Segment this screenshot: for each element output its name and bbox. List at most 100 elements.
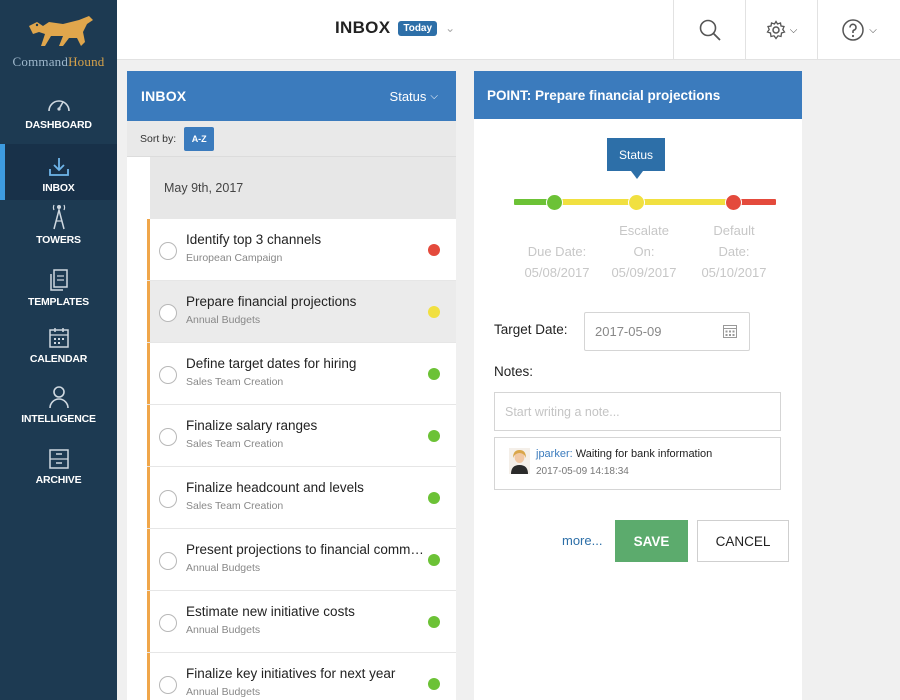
task-title: Define target dates for hiring: [186, 356, 357, 371]
task-checkbox[interactable]: [159, 552, 177, 570]
archive-box-icon: [48, 449, 69, 469]
calendar-icon: [48, 328, 69, 348]
sidebar-item-calendar[interactable]: CALENDAR: [0, 315, 117, 371]
priority-bar: [147, 467, 150, 528]
save-button[interactable]: SAVE: [615, 520, 688, 562]
brand-name: CommandHound: [13, 54, 105, 70]
task-checkbox[interactable]: [159, 428, 177, 446]
cancel-button[interactable]: CANCEL: [697, 520, 789, 562]
note-user[interactable]: jparker:: [536, 448, 573, 460]
search-button[interactable]: [673, 0, 745, 60]
sidebar-item-archive[interactable]: ARCHIVE: [0, 436, 117, 492]
milestone-label: Due Date:: [527, 244, 587, 259]
sidebar-item-templates[interactable]: TEMPLATES: [0, 258, 117, 314]
tower-icon: [52, 204, 65, 230]
point-detail-panel: POINT: Prepare financial projections Sta…: [474, 71, 802, 700]
task-checkbox[interactable]: [159, 614, 177, 632]
task-checkbox[interactable]: [159, 676, 177, 694]
download-tray-icon: [48, 158, 69, 176]
task-row[interactable]: Prepare financial projections Annual Bud…: [147, 281, 456, 343]
target-date-field[interactable]: 2017-05-09: [584, 312, 750, 351]
brand-prefix: Command: [12, 54, 69, 69]
note-entry: jparker: Waiting for bank information 20…: [494, 437, 781, 490]
settings-button[interactable]: ⌵: [745, 0, 817, 60]
notes-label: Notes:: [494, 364, 534, 379]
status-dot: [428, 430, 440, 442]
task-title: Estimate new initiative costs: [186, 604, 355, 619]
milestone-date: 05/09/2017: [611, 265, 677, 280]
sidebar-item-towers[interactable]: TOWERS: [0, 196, 117, 252]
task-subtitle: Annual Budgets: [186, 314, 261, 326]
chevron-down-icon: ⌵: [430, 90, 438, 102]
status-dot: [428, 554, 440, 566]
milestone-label-2: Date:: [718, 244, 750, 259]
help-button[interactable]: ⌵: [817, 0, 900, 60]
task-subtitle: Annual Budgets: [186, 624, 261, 636]
status-dot: [428, 244, 440, 256]
brand-suffix: Hound: [68, 54, 105, 69]
task-row[interactable]: Identify top 3 channels European Campaig…: [147, 219, 456, 281]
status-dot: [428, 616, 440, 628]
milestone-label-2: On:: [633, 244, 655, 259]
status-dot: [428, 368, 440, 380]
sort-bar: Sort by: A-Z: [127, 121, 456, 157]
sort-label: Sort by:: [140, 132, 177, 145]
priority-bar: [147, 281, 150, 342]
help-icon: [842, 19, 864, 41]
status-filter-dropdown[interactable]: Status ⌵: [390, 89, 438, 104]
status-timeline: [514, 193, 776, 213]
milestone-date: 05/10/2017: [701, 265, 767, 280]
task-title: Identify top 3 channels: [186, 232, 322, 247]
task-row[interactable]: Estimate new initiative costs Annual Bud…: [147, 591, 456, 653]
list-header: INBOX Status ⌵: [127, 71, 456, 121]
target-date-value: 2017-05-09: [595, 324, 662, 339]
sidebar-item-intelligence[interactable]: INTELLIGENCE: [0, 375, 117, 431]
milestone-dot-escalate[interactable]: [628, 194, 645, 211]
date-group-header: May 9th, 2017: [150, 157, 456, 219]
priority-bar: [147, 653, 150, 700]
task-checkbox[interactable]: [159, 366, 177, 384]
calendar-icon[interactable]: [723, 325, 737, 338]
priority-bar: [147, 529, 150, 590]
task-row[interactable]: Finalize salary ranges Sales Team Creati…: [147, 405, 456, 467]
point-title: POINT: Prepare financial projections: [474, 71, 802, 119]
gear-icon: [766, 20, 786, 40]
page-title-group[interactable]: INBOX Today ⌄: [335, 18, 455, 38]
inbox-list-panel: INBOX Status ⌵ Sort by: A-Z May 9th, 2017…: [127, 71, 456, 700]
milestone-dot-due[interactable]: [546, 194, 563, 211]
documents-icon: [49, 269, 68, 291]
task-checkbox[interactable]: [159, 490, 177, 508]
status-dot: [428, 492, 440, 504]
task-title: Finalize key initiatives for next year: [186, 666, 396, 681]
task-subtitle: Sales Team Creation: [186, 376, 284, 388]
more-link[interactable]: more...: [562, 533, 602, 548]
task-row[interactable]: Finalize headcount and levels Sales Team…: [147, 467, 456, 529]
task-row[interactable]: Finalize key initiatives for next year A…: [147, 653, 456, 700]
task-row[interactable]: Define target dates for hiring Sales Tea…: [147, 343, 456, 405]
list-title: INBOX: [141, 88, 187, 104]
sidebar-item-label: INTELLIGENCE: [21, 413, 96, 425]
task-checkbox[interactable]: [159, 304, 177, 322]
sidebar-item-dashboard[interactable]: DASHBOARD: [0, 81, 117, 137]
sidebar-item-inbox[interactable]: INBOX: [0, 144, 117, 200]
today-badge: Today: [398, 20, 438, 36]
task-checkbox[interactable]: [159, 242, 177, 260]
task-row[interactable]: Present projections to financial committ…: [147, 529, 456, 591]
note-timestamp: 2017-05-09 14:18:34: [536, 466, 629, 477]
sort-az-button[interactable]: A-Z: [184, 126, 215, 151]
milestone-default: Default Date: 05/10/2017: [689, 220, 779, 283]
milestone-dot-default[interactable]: [725, 194, 742, 211]
priority-bar: [147, 343, 150, 404]
task-title: Finalize headcount and levels: [186, 480, 364, 495]
page-title: INBOX: [335, 18, 391, 37]
task-subtitle: Sales Team Creation: [186, 500, 284, 512]
brand-logo[interactable]: CommandHound: [0, 0, 117, 73]
task-subtitle: Annual Budgets: [186, 686, 261, 698]
chevron-down-icon[interactable]: ⌄: [445, 21, 455, 35]
task-title: Present projections to financial committ…: [186, 542, 426, 557]
priority-bar: [147, 219, 150, 280]
milestone-label: Default: [713, 223, 755, 238]
priority-bar: [147, 405, 150, 466]
note-input[interactable]: Start writing a note...: [494, 392, 781, 431]
milestone-date: 05/08/2017: [524, 265, 590, 280]
